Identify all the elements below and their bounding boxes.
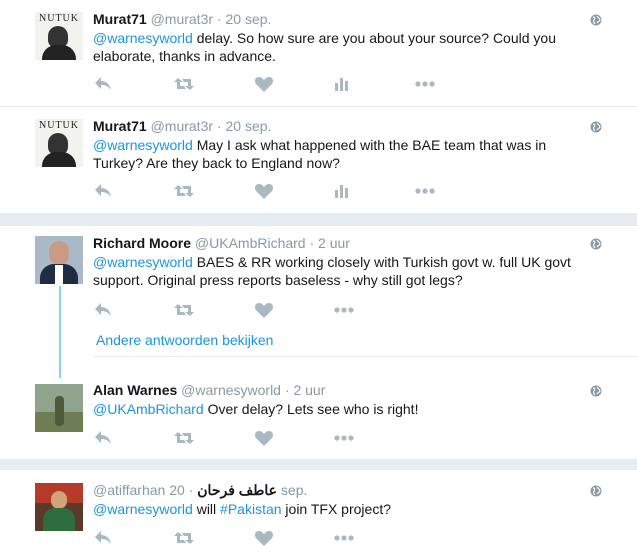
tweet-header: Murat71 @murat3r · 20 sep.	[93, 11, 271, 27]
retweet-icon[interactable]	[173, 75, 195, 95]
conversation-block: Richard Moore @UKAmbRichard · 2 uur @war…	[0, 226, 637, 459]
tweet-body: join TFX project?	[281, 501, 391, 517]
screen-name[interactable]: @UKAmbRichard	[195, 235, 306, 251]
tweet-feed: NUTUK Murat71 @murat3r · 20 sep. @warnes…	[0, 0, 637, 557]
mention-link[interactable]: @UKAmbRichard	[93, 401, 204, 417]
thread-separator	[93, 356, 637, 357]
retweet-icon[interactable]	[173, 301, 195, 321]
mention-link[interactable]: @warnesyworld	[93, 254, 193, 270]
retweet-icon[interactable]	[173, 429, 195, 449]
globe-icon	[590, 485, 602, 497]
separator-dot: ·	[188, 482, 194, 498]
tweet-header: Richard Moore @UKAmbRichard · 2 uur	[93, 235, 350, 251]
more-icon[interactable]	[414, 80, 436, 100]
tweet[interactable]: Alan Warnes @warnesyworld · 2 uur @UKAmb…	[0, 374, 637, 459]
separator-dot: ·	[216, 118, 222, 134]
tweet-body: Over delay? Lets see who is right!	[203, 401, 419, 417]
mention-link[interactable]: @warnesyworld	[93, 137, 193, 153]
globe-icon	[590, 14, 602, 26]
globe-icon	[590, 238, 602, 250]
avatar-caption: NUTUK	[39, 120, 79, 131]
fullname[interactable]: عاطف فرحان	[197, 482, 277, 498]
reply-icon[interactable]	[93, 301, 115, 321]
globe-icon	[590, 121, 602, 133]
screen-name[interactable]: @atiffarhan	[93, 482, 165, 498]
screen-name[interactable]: @murat3r	[151, 118, 213, 134]
tweet-header: Alan Warnes @warnesyworld · 2 uur	[93, 382, 325, 398]
reply-icon[interactable]	[93, 529, 115, 549]
avatar[interactable]: NUTUK	[35, 119, 83, 167]
more-icon[interactable]	[414, 187, 436, 207]
screen-name[interactable]: @murat3r	[151, 11, 213, 27]
heart-icon[interactable]	[254, 429, 276, 449]
retweet-icon[interactable]	[173, 182, 195, 202]
more-icon[interactable]	[333, 434, 355, 454]
tweet-text: @UKAmbRichard Over delay? Lets see who i…	[93, 400, 593, 418]
timestamp[interactable]: 20 sep.	[225, 118, 271, 134]
hashtag-link[interactable]: #Pakistan	[220, 501, 281, 517]
heart-icon[interactable]	[254, 301, 276, 321]
thread-line	[59, 286, 61, 378]
timestamp[interactable]: 2 uur	[293, 382, 325, 398]
reply-icon[interactable]	[93, 75, 115, 95]
fullname[interactable]: Murat71	[93, 118, 147, 134]
separator-dot: ·	[216, 11, 222, 27]
fullname[interactable]: Murat71	[93, 11, 147, 27]
heart-icon[interactable]	[254, 529, 276, 549]
reply-icon[interactable]	[93, 182, 115, 202]
analytics-icon[interactable]	[333, 76, 355, 96]
timestamp[interactable]: 2 uur	[318, 235, 350, 251]
avatar[interactable]	[35, 483, 83, 531]
reply-icon[interactable]	[93, 429, 115, 449]
retweet-icon[interactable]	[173, 529, 195, 549]
tweet-text: @warnesyworld delay. So how sure are you…	[93, 29, 593, 65]
tweet[interactable]: NUTUK Murat71 @murat3r · 20 sep. @warnes…	[0, 107, 637, 213]
tweet-header: Murat71 @murat3r · 20 sep.	[93, 118, 271, 134]
globe-icon	[590, 385, 602, 397]
conversation-block: NUTUK Murat71 @murat3r · 20 sep. @warnes…	[0, 0, 637, 213]
avatar-caption: NUTUK	[39, 13, 79, 24]
fullname[interactable]: Richard Moore	[93, 235, 191, 251]
conversation-block: @atiffarhan عاطف فرحان · 20 sep. @warnes…	[0, 470, 637, 557]
separator-dot: ·	[284, 382, 290, 398]
mention-link[interactable]: @warnesyworld	[93, 30, 193, 46]
analytics-icon[interactable]	[333, 183, 355, 203]
tweet[interactable]: Richard Moore @UKAmbRichard · 2 uur @war…	[0, 226, 637, 356]
timestamp[interactable]: 20 sep.	[225, 11, 271, 27]
heart-icon[interactable]	[254, 75, 276, 95]
tweet-text: @warnesyworld BAES & RR working closely …	[93, 253, 593, 289]
avatar[interactable]	[35, 236, 83, 284]
heart-icon[interactable]	[254, 182, 276, 202]
tweet-body: will	[192, 501, 221, 517]
avatar[interactable]	[35, 384, 83, 432]
more-icon[interactable]	[333, 534, 355, 554]
tweet[interactable]: @atiffarhan عاطف فرحان · 20 sep. @warnes…	[0, 470, 637, 557]
screen-name[interactable]: @warnesyworld	[181, 382, 281, 398]
mention-link[interactable]: @warnesyworld	[93, 501, 193, 517]
tweet-text: @warnesyworld will #Pakistan join TFX pr…	[93, 500, 593, 518]
tweet[interactable]: NUTUK Murat71 @murat3r · 20 sep. @warnes…	[0, 0, 637, 106]
more-icon[interactable]	[333, 306, 355, 326]
avatar[interactable]: NUTUK	[35, 12, 83, 60]
tweet-text: @warnesyworld May I ask what happened wi…	[93, 136, 593, 172]
separator-dot: ·	[309, 235, 315, 251]
fullname[interactable]: Alan Warnes	[93, 382, 177, 398]
tweet-header: @atiffarhan عاطف فرحان · 20 sep.	[93, 482, 307, 499]
view-more-replies-link[interactable]: Andere antwoorden bekijken	[96, 332, 273, 348]
